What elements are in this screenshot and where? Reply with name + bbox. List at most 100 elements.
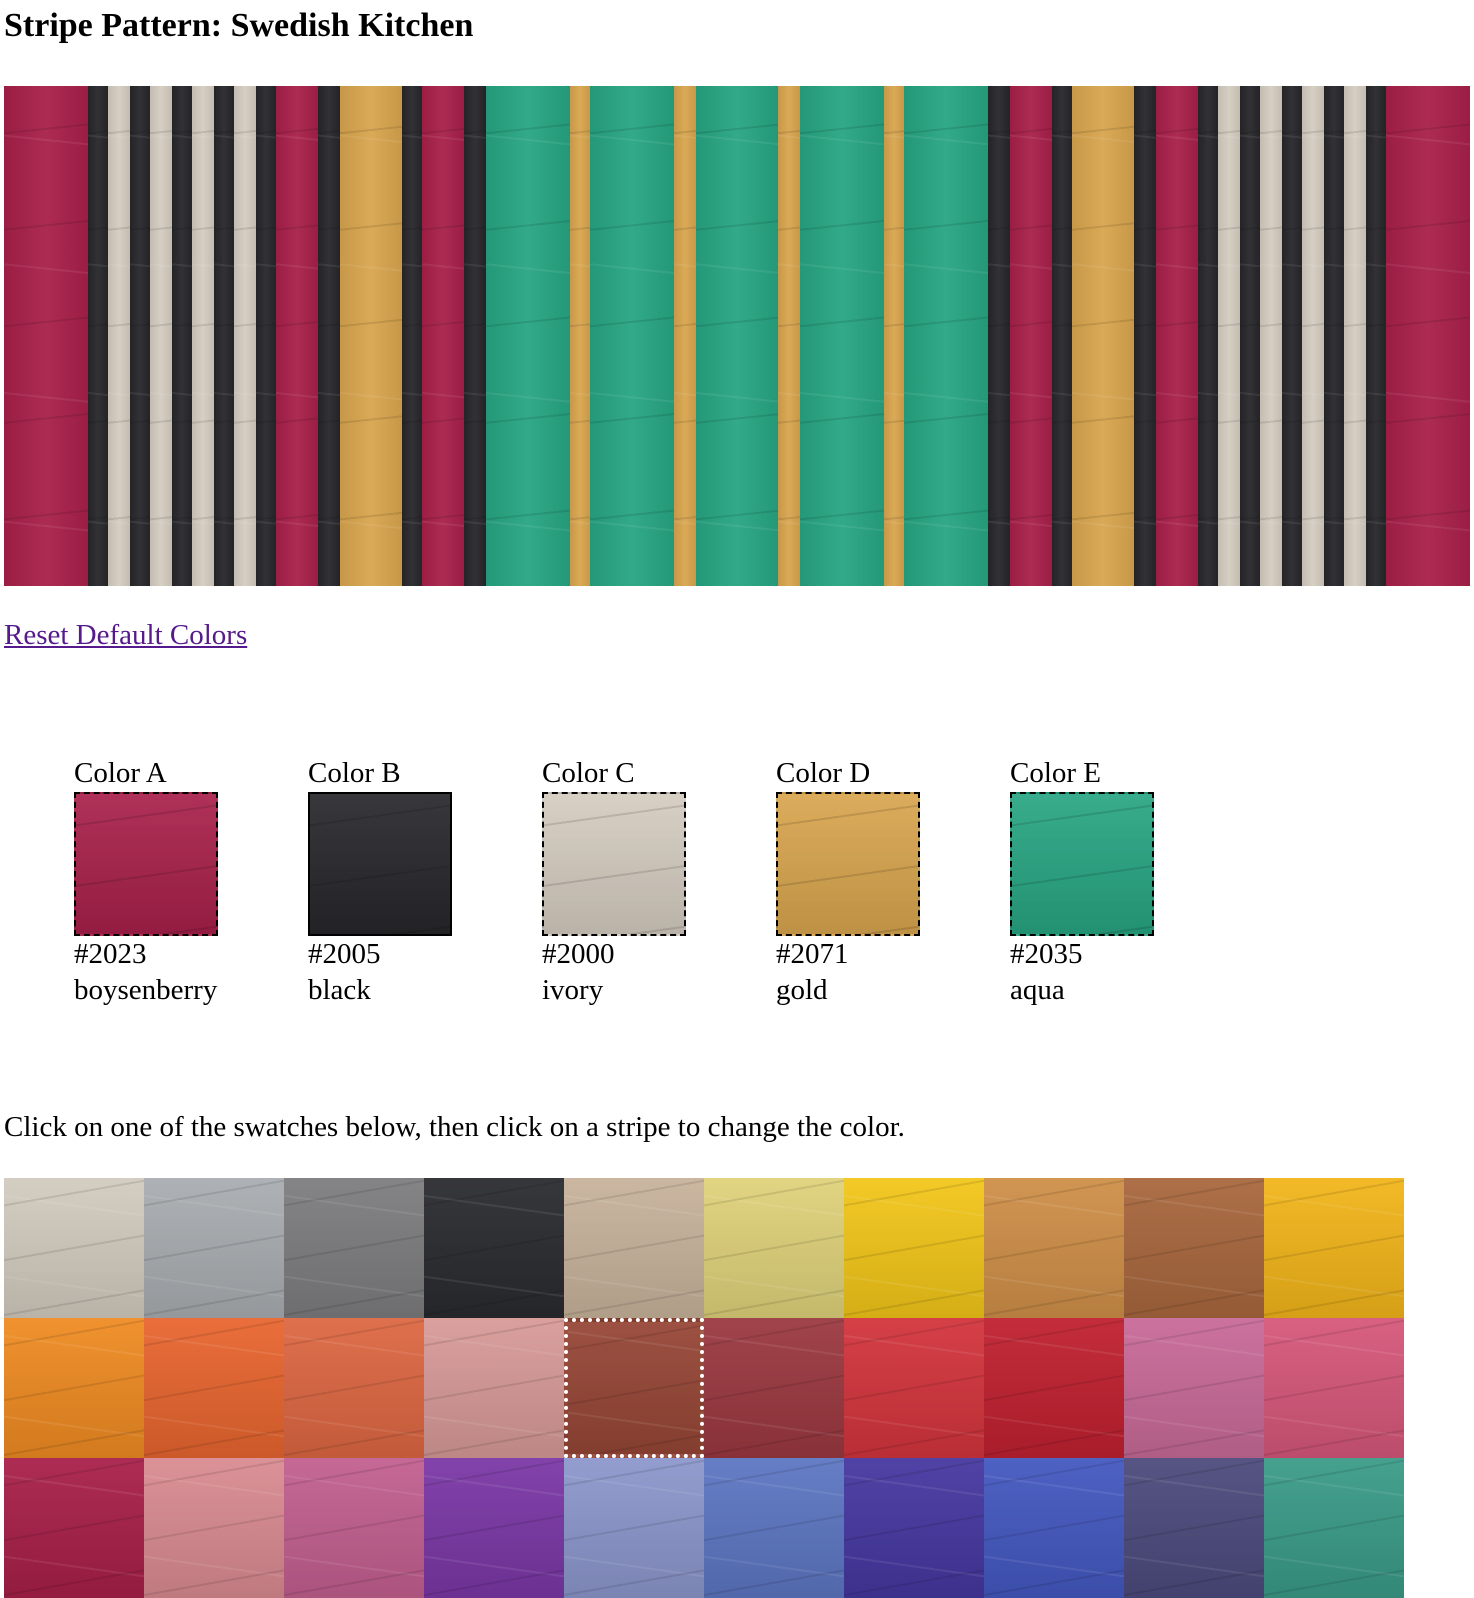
stripe-b[interactable] bbox=[463, 86, 486, 586]
stripe-d[interactable] bbox=[777, 86, 800, 586]
stripe-e[interactable] bbox=[485, 86, 570, 586]
color-e-code: #2035 bbox=[1010, 938, 1083, 970]
stripe-c[interactable] bbox=[1343, 86, 1366, 586]
stripe-e[interactable] bbox=[799, 86, 884, 586]
stripe-d[interactable] bbox=[569, 86, 590, 586]
stripe-a[interactable] bbox=[275, 86, 318, 586]
stripe-d[interactable] bbox=[883, 86, 904, 586]
color-e-slot: Color E #2035 aqua bbox=[1010, 755, 1210, 1008]
palette-swatch[interactable] bbox=[1264, 1318, 1404, 1458]
palette-swatch[interactable] bbox=[284, 1178, 424, 1318]
stripe-b[interactable] bbox=[1133, 86, 1156, 586]
stripe-d[interactable] bbox=[339, 86, 402, 586]
page-title: Stripe Pattern: Swedish Kitchen bbox=[4, 7, 474, 44]
color-e-swatch[interactable] bbox=[1010, 792, 1154, 936]
stripe-c[interactable] bbox=[1217, 86, 1240, 586]
color-b-label: Color B bbox=[308, 757, 401, 789]
palette-swatch[interactable] bbox=[1264, 1178, 1404, 1318]
palette-swatch[interactable] bbox=[424, 1458, 564, 1598]
color-c-label: Color C bbox=[542, 757, 635, 789]
stripe-a[interactable] bbox=[421, 86, 464, 586]
palette-swatch[interactable] bbox=[984, 1318, 1124, 1458]
palette-swatch[interactable] bbox=[424, 1318, 564, 1458]
color-e-label: Color E bbox=[1010, 757, 1102, 789]
color-b-code: #2005 bbox=[308, 938, 381, 970]
palette-swatch[interactable] bbox=[4, 1458, 144, 1598]
stripe-c[interactable] bbox=[1259, 86, 1282, 586]
color-a-label: Color A bbox=[74, 757, 167, 789]
color-e-name: aqua bbox=[1010, 974, 1065, 1006]
palette-swatch[interactable] bbox=[424, 1178, 564, 1318]
color-a-code: #2023 bbox=[74, 938, 147, 970]
stripe-b[interactable] bbox=[317, 86, 340, 586]
stripe-b[interactable] bbox=[1323, 86, 1344, 586]
color-b-swatch[interactable] bbox=[308, 792, 452, 936]
color-c-swatch[interactable] bbox=[542, 792, 686, 936]
stripe-c[interactable] bbox=[107, 86, 130, 586]
stripe-b[interactable] bbox=[987, 86, 1010, 586]
palette-swatch[interactable] bbox=[704, 1318, 844, 1458]
stripe-b[interactable] bbox=[401, 86, 422, 586]
stripe-c[interactable] bbox=[149, 86, 172, 586]
instructions-text: Click on one of the swatches below, then… bbox=[4, 1111, 905, 1143]
color-a-swatch[interactable] bbox=[74, 792, 218, 936]
color-d-name: gold bbox=[776, 974, 828, 1006]
stripe-c[interactable] bbox=[191, 86, 214, 586]
stripe-e[interactable] bbox=[903, 86, 988, 586]
palette-swatch[interactable] bbox=[564, 1458, 704, 1598]
stripe-a[interactable] bbox=[1009, 86, 1052, 586]
stripe-a[interactable] bbox=[4, 86, 88, 586]
palette-swatch[interactable] bbox=[1124, 1458, 1264, 1598]
palette-swatch[interactable] bbox=[844, 1178, 984, 1318]
stripe-d[interactable] bbox=[673, 86, 696, 586]
palette-swatch[interactable] bbox=[564, 1178, 704, 1318]
color-a-slot: Color A #2023 boysenberry bbox=[74, 755, 274, 1008]
stripe-b[interactable] bbox=[1281, 86, 1302, 586]
color-b-name: black bbox=[308, 974, 371, 1006]
palette-swatch[interactable] bbox=[284, 1458, 424, 1598]
stripe-b[interactable] bbox=[255, 86, 276, 586]
stripe-b[interactable] bbox=[1365, 86, 1386, 586]
palette-swatch[interactable] bbox=[144, 1178, 284, 1318]
stripe-b[interactable] bbox=[1239, 86, 1260, 586]
stripe-b[interactable] bbox=[88, 86, 108, 586]
palette-swatch[interactable] bbox=[704, 1458, 844, 1598]
stripe-e[interactable] bbox=[695, 86, 778, 586]
palette-swatch[interactable] bbox=[1264, 1458, 1404, 1598]
palette-swatch[interactable] bbox=[704, 1178, 844, 1318]
stripe-b[interactable] bbox=[213, 86, 234, 586]
reset-default-colors-link[interactable]: Reset Default Colors bbox=[4, 617, 247, 653]
palette-swatch[interactable] bbox=[984, 1178, 1124, 1318]
stripe-b[interactable] bbox=[1197, 86, 1218, 586]
color-a-name: boysenberry bbox=[74, 974, 218, 1006]
palette-swatch[interactable] bbox=[844, 1458, 984, 1598]
color-d-slot: Color D #2071 gold bbox=[776, 755, 976, 1008]
color-d-swatch[interactable] bbox=[776, 792, 920, 936]
palette-swatch[interactable] bbox=[4, 1178, 144, 1318]
stripe-d[interactable] bbox=[1071, 86, 1134, 586]
color-d-code: #2071 bbox=[776, 938, 849, 970]
stripe-b[interactable] bbox=[1051, 86, 1072, 586]
palette-swatch[interactable] bbox=[984, 1458, 1124, 1598]
palette-swatch[interactable] bbox=[144, 1458, 284, 1598]
stripe-e[interactable] bbox=[589, 86, 674, 586]
stripe-c[interactable] bbox=[233, 86, 256, 586]
palette-swatch[interactable] bbox=[844, 1318, 984, 1458]
stripe-c[interactable] bbox=[1301, 86, 1324, 586]
palette-swatch[interactable] bbox=[1124, 1178, 1264, 1318]
color-d-label: Color D bbox=[776, 757, 871, 789]
color-b-slot: Color B #2005 black bbox=[308, 755, 508, 1008]
color-c-slot: Color C #2000 ivory bbox=[542, 755, 742, 1008]
palette-swatch[interactable] bbox=[284, 1318, 424, 1458]
stripe-a[interactable] bbox=[1385, 86, 1470, 586]
stripe-b[interactable] bbox=[171, 86, 192, 586]
color-c-code: #2000 bbox=[542, 938, 615, 970]
stripe-a[interactable] bbox=[1155, 86, 1198, 586]
palette-swatch[interactable] bbox=[144, 1318, 284, 1458]
stripe-b[interactable] bbox=[129, 86, 150, 586]
palette-swatch[interactable] bbox=[564, 1318, 704, 1458]
palette-swatch[interactable] bbox=[1124, 1318, 1264, 1458]
stripe-pattern-preview bbox=[4, 86, 1470, 586]
thread-palette bbox=[4, 1178, 1404, 1598]
palette-swatch[interactable] bbox=[4, 1318, 144, 1458]
